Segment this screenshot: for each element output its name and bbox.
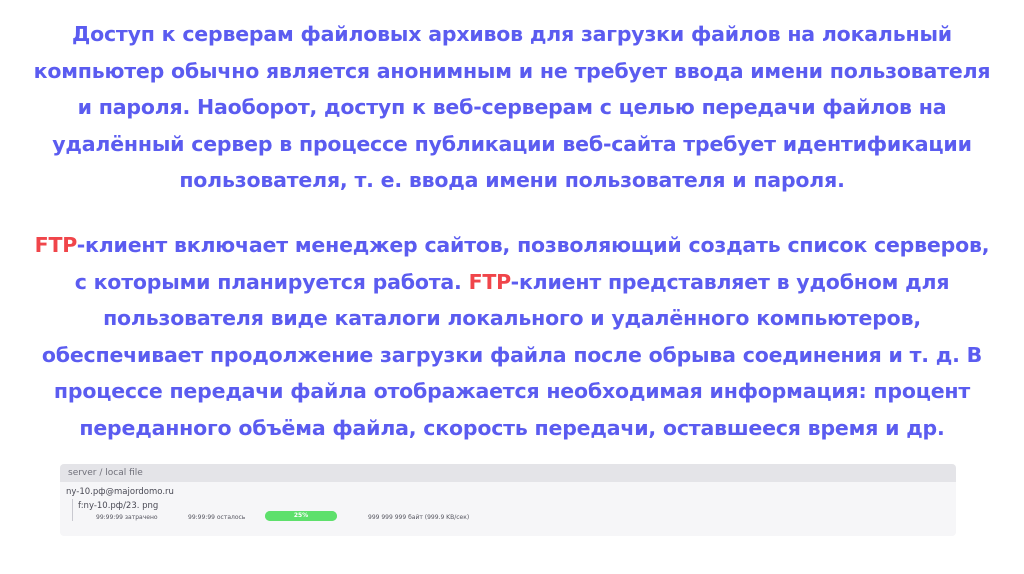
tree-guide-line xyxy=(72,499,73,521)
ftp-highlight: FTP xyxy=(34,233,77,257)
paragraph-ftp-access: Доступ к серверам файловых архивов для з… xyxy=(33,22,991,192)
paragraph-ftp-client: FTP-клиент включает менеджер сайтов, поз… xyxy=(30,227,994,446)
paragraph-text: -клиент представляет в удобном для польз… xyxy=(41,269,983,440)
slide: Доступ к серверам файловых архивов для з… xyxy=(0,0,1024,574)
ftp-highlight: FTP xyxy=(468,269,511,294)
transfer-panel: server / local file ny-10.рф@majordomo.r… xyxy=(60,464,956,536)
progress-label: 25% xyxy=(293,512,309,519)
time-left: 99:99:99 осталось xyxy=(188,514,246,521)
progress-bar: 25% xyxy=(265,511,337,521)
bytes-transferred: 999 999 999 байт (999.9 KB/сек) xyxy=(368,514,470,521)
server-address[interactable]: ny-10.рф@majordomo.ru xyxy=(66,487,174,498)
time-spent: 99:99:99 затрачено xyxy=(96,514,158,521)
transfer-panel-header: server / local file xyxy=(60,464,956,482)
file-path[interactable]: f:ny-10.рф/23. png xyxy=(78,501,158,512)
transfer-panel-title: server / local file xyxy=(68,468,143,478)
